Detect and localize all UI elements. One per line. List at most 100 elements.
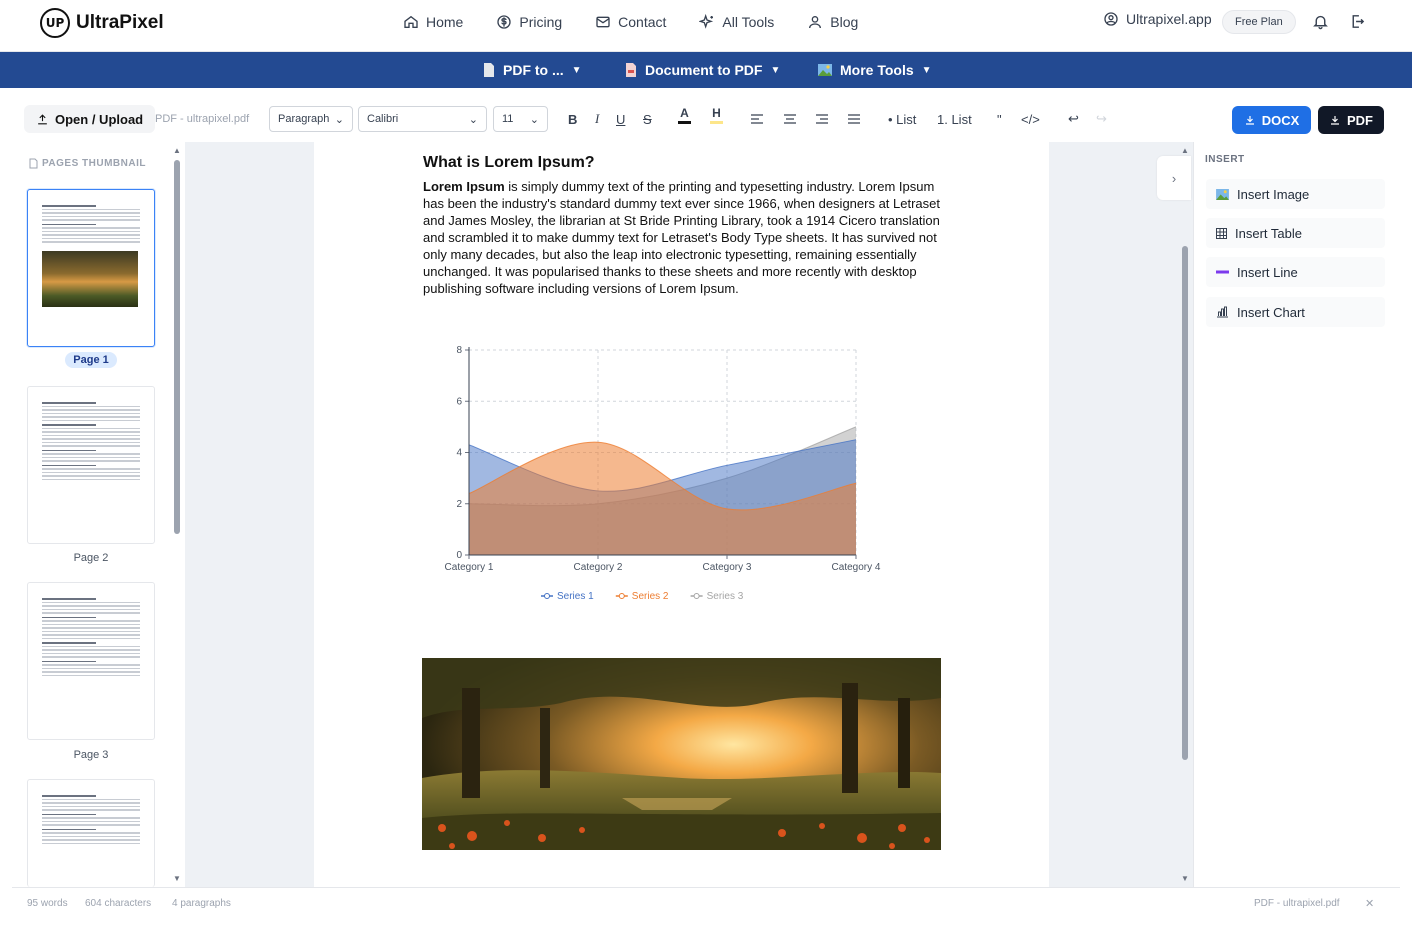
nav-contact-label: Contact — [618, 14, 667, 30]
open-upload-button[interactable]: Open / Upload — [24, 105, 156, 133]
close-icon[interactable]: ✕ — [1365, 897, 1374, 910]
align-left-icon — [751, 114, 763, 124]
nav-links: Home Pricing Contact All Tools Blog — [403, 0, 858, 44]
plan-badge[interactable]: Free Plan — [1222, 10, 1296, 34]
tools-document-to-pdf-menu[interactable]: Document to PDF ▼ — [625, 52, 780, 88]
account-name: Ultrapixel.app — [1126, 11, 1212, 27]
chart-legend-label: Series 1 — [557, 591, 594, 602]
page-label-2[interactable]: Page 2 — [12, 552, 170, 564]
logout-icon[interactable] — [1349, 13, 1366, 30]
document-scrollbar[interactable]: ▲ ▼ — [1180, 146, 1190, 886]
insert-image-button[interactable]: Insert Image — [1206, 179, 1385, 209]
brand-name: UltraPixel — [76, 12, 164, 33]
block-style-select[interactable]: Paragraph ⌄ — [269, 106, 353, 132]
chart-legend-label: Series 2 — [632, 591, 669, 602]
chart-x-tick-label: Category 4 — [832, 562, 881, 573]
font-family-select[interactable]: Calibri ⌄ — [358, 106, 487, 132]
scrollbar-thumb[interactable] — [174, 160, 180, 534]
bell-icon[interactable] — [1312, 13, 1329, 30]
forest-photo[interactable] — [422, 658, 941, 850]
numbered-list-button[interactable]: 1. List — [937, 106, 972, 132]
document-page[interactable]: What is Lorem Ipsum? Lorem Ipsum is simp… — [314, 142, 1049, 887]
mail-icon — [596, 16, 610, 28]
nav-pricing-label: Pricing — [519, 14, 563, 30]
insert-line-button[interactable]: Insert Line — [1206, 257, 1385, 287]
code-button[interactable]: </> — [1021, 106, 1040, 132]
download-docx-button[interactable]: DOCX — [1232, 106, 1311, 134]
file-icon — [29, 158, 38, 169]
scrollbar-thumb[interactable] — [1182, 246, 1188, 760]
account-icon — [1104, 12, 1118, 26]
scroll-down-arrow[interactable]: ▼ — [173, 874, 181, 883]
page-thumbnail-2[interactable] — [27, 386, 155, 544]
brand-logo[interactable]: UP UltraPixel — [40, 8, 164, 38]
nav-blog[interactable]: Blog — [807, 14, 858, 30]
chevron-down-icon: ▼ — [571, 64, 582, 76]
tools-bar: PDF to ... ▼ Document to PDF ▼ More Tool… — [0, 52, 1412, 88]
page-thumbnail-3[interactable] — [27, 582, 155, 740]
page-label-3[interactable]: Page 3 — [12, 749, 170, 761]
image-icon — [1216, 188, 1229, 200]
chart-y-tick-label: 0 — [456, 550, 462, 561]
underline-button[interactable]: U — [616, 106, 625, 132]
nav-all-tools[interactable]: All Tools — [699, 14, 774, 30]
italic-button[interactable]: I — [595, 106, 599, 132]
strikethrough-button[interactable]: S — [643, 106, 652, 132]
tools-more-tools-label: More Tools — [840, 62, 914, 78]
align-left-button[interactable] — [750, 106, 764, 132]
scroll-up-arrow[interactable]: ▲ — [1181, 146, 1189, 155]
dollar-icon — [497, 15, 512, 29]
bullet-list-button[interactable]: • List — [888, 106, 916, 132]
nav-contact[interactable]: Contact — [595, 14, 666, 30]
top-navigation: UP UltraPixel Home Pricing Contact All T… — [0, 0, 1412, 52]
insert-chart-button[interactable]: Insert Chart — [1206, 297, 1385, 327]
thumbnail-image — [42, 250, 138, 307]
pdf-label: PDF — [1347, 112, 1373, 128]
align-right-icon — [816, 114, 828, 124]
text-color-button[interactable]: A — [678, 106, 691, 132]
user-icon — [809, 16, 822, 29]
forest-photo-art — [422, 658, 941, 850]
scroll-up-arrow[interactable]: ▲ — [173, 146, 181, 155]
page-thumbnail-1[interactable] — [27, 189, 155, 347]
align-center-button[interactable] — [783, 106, 797, 132]
highlight-button[interactable]: H — [710, 106, 723, 132]
bold-button[interactable]: B — [568, 106, 577, 132]
upload-icon — [38, 113, 47, 124]
insert-table-button[interactable]: Insert Table — [1206, 218, 1385, 248]
chart-x-tick-label: Category 3 — [703, 562, 752, 573]
tools-more-tools-menu[interactable]: More Tools ▼ — [818, 52, 932, 88]
font-size-select[interactable]: 11 ⌄ — [493, 106, 548, 132]
docx-label: DOCX — [1261, 112, 1300, 128]
document-body: is simply dummy text of the printing and… — [423, 179, 940, 296]
nav-pricing[interactable]: Pricing — [496, 14, 562, 30]
word-count: 95 words — [27, 898, 68, 909]
scroll-down-arrow[interactable]: ▼ — [1181, 874, 1189, 883]
page-label-1[interactable]: Page 1 — [12, 352, 170, 368]
align-right-button[interactable] — [815, 106, 829, 132]
nav-home[interactable]: Home — [403, 14, 463, 30]
font-family-value: Calibri — [367, 113, 399, 125]
align-center-icon — [784, 114, 796, 124]
document-paragraph[interactable]: Lorem Ipsum is simply dummy text of the … — [423, 178, 943, 297]
highlight-label: H — [712, 106, 721, 120]
undo-button[interactable]: ↩ — [1068, 106, 1079, 132]
download-pdf-button[interactable]: PDF — [1318, 106, 1384, 134]
quote-button[interactable]: " — [997, 106, 1002, 132]
thumbnail-scrollbar[interactable]: ▲ ▼ — [173, 146, 181, 886]
tools-pdf-to-menu[interactable]: PDF to ... ▼ — [483, 52, 582, 88]
chart-icon — [1217, 306, 1228, 318]
status-bar: 95 words 604 characters 4 paragraphs PDF… — [12, 887, 1400, 919]
page-label-1-text: Page 1 — [65, 352, 117, 368]
insert-panel-title: INSERT — [1205, 154, 1245, 165]
align-justify-button[interactable] — [847, 106, 861, 132]
area-chart[interactable]: 0 2 4 6 8 Category 1 Category 2 Category 3 Categ… — [441, 342, 891, 607]
text-color-label: A — [680, 106, 689, 120]
chart-x-tick-label: Category 1 — [445, 562, 494, 573]
page-thumbnail-4[interactable] — [27, 779, 155, 887]
account-link[interactable]: Ultrapixel.app — [1103, 11, 1212, 27]
document-heading[interactable]: What is Lorem Ipsum? — [423, 154, 595, 172]
footer-filename: PDF - ultrapixel.pdf — [1254, 898, 1340, 909]
table-icon — [1216, 227, 1227, 239]
redo-button[interactable]: ↪ — [1096, 106, 1107, 132]
